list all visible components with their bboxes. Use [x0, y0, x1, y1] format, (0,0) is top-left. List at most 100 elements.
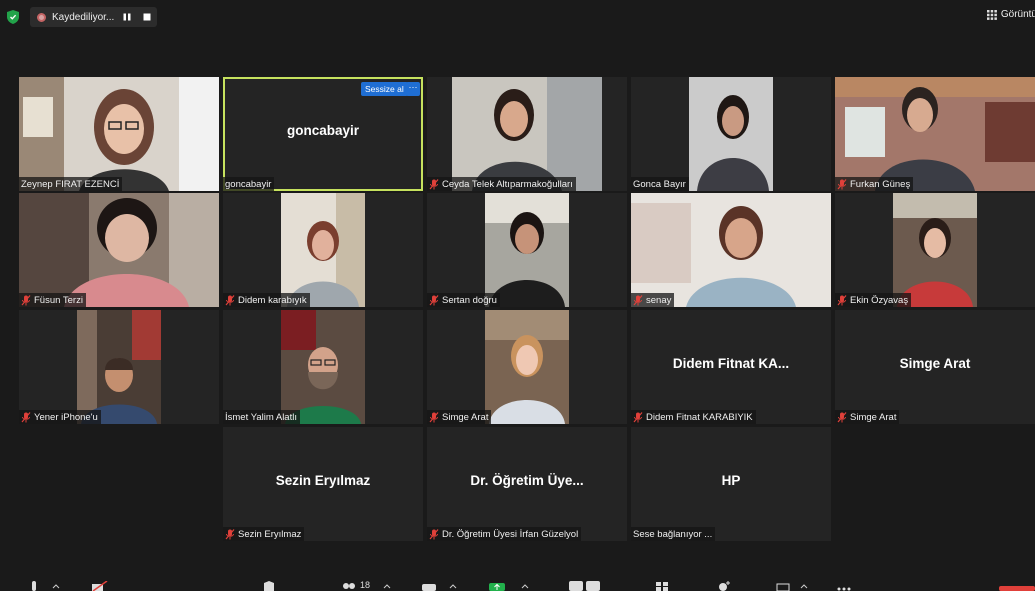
participant-name: Simge Arat [850, 411, 897, 423]
muted-microphone-icon [429, 178, 439, 189]
participant-name: Zeynep FIRAT EZENCİ [21, 178, 120, 190]
participant-name-tag: Simge Arat [427, 410, 492, 424]
participant-tile[interactable]: Simge Arat Simge Arat [835, 310, 1035, 424]
muted-microphone-icon [837, 294, 847, 305]
more-options-button[interactable]: ··· [406, 82, 420, 96]
participant-tile[interactable]: Didem Fitnat KA... Didem Fitnat KARABIYI… [631, 310, 831, 424]
participant-center-name: Dr. Öğretim Üye... [470, 473, 584, 488]
participant-tile[interactable]: Füsun Terzi [19, 193, 219, 307]
muted-microphone-icon [633, 411, 643, 422]
muted-microphone-icon [429, 294, 439, 305]
participant-name-tag: Sezin Eryılmaz [223, 527, 305, 541]
whiteboard-icon[interactable] [776, 581, 790, 591]
record-button-icon[interactable] [568, 581, 602, 591]
recording-indicator: Kaydediliyor... [30, 7, 157, 27]
participant-center-name: Sezin Eryılmaz [275, 473, 371, 488]
chevron-up-icon[interactable] [383, 581, 391, 591]
security-icon[interactable] [263, 581, 275, 591]
participant-name: Ceyda Telek Altıparmakoğulları [442, 178, 573, 190]
reactions-icon[interactable] [716, 581, 732, 591]
pause-recording-button[interactable] [120, 10, 134, 24]
participant-video [77, 310, 161, 424]
participant-name: Furkan Güneş [850, 178, 911, 190]
view-label: Görüntü [1000, 9, 1035, 20]
participant-tile[interactable]: Didem karabıyık [223, 193, 423, 307]
participant-tile[interactable]: Furkan Güneş [835, 77, 1035, 191]
participant-tile[interactable]: Sezin Eryılmaz Sezin Eryılmaz [223, 427, 423, 541]
participant-name-tag: Zeynep FIRAT EZENCİ [19, 177, 123, 191]
participant-name-tag: Gonca Bayır [631, 177, 689, 191]
meeting-toolbar: 18 [0, 578, 1035, 591]
participant-tile[interactable]: Zeynep FIRAT EZENCİ [19, 77, 219, 191]
participant-video [631, 193, 831, 307]
participant-name-tag: İsmet Yalim Alatlı [223, 410, 300, 424]
muted-microphone-icon [21, 294, 31, 305]
participant-name: senay [646, 294, 672, 306]
top-bar: Kaydediliyor... Görüntü [0, 0, 1035, 34]
participant-tile[interactable]: HP Sese bağlanıyor ... [631, 427, 831, 541]
participant-tile[interactable]: Simge Arat [427, 310, 627, 424]
participant-tile[interactable]: Yener iPhone'u [19, 310, 219, 424]
participant-count: 18 [360, 580, 371, 590]
pause-icon [123, 13, 131, 21]
participant-name: Dr. Öğretim Üyesi İrfan Güzelyol [442, 528, 579, 540]
shield-icon[interactable] [7, 10, 19, 24]
participants-icon[interactable] [342, 581, 356, 591]
participant-tile[interactable]: senay [631, 193, 831, 307]
more-icon[interactable] [836, 581, 852, 591]
chevron-up-icon[interactable] [800, 581, 808, 591]
participant-center-name: Simge Arat [899, 356, 971, 371]
muted-microphone-icon [837, 178, 847, 189]
participant-name: Sezin Eryılmaz [238, 528, 302, 540]
mute-participant-button[interactable]: Sessize al [361, 82, 408, 96]
participant-tile[interactable]: Ceyda Telek Altıparmakoğulları [427, 77, 627, 191]
stop-recording-button[interactable] [140, 10, 154, 24]
participant-name-tag: Yener iPhone'u [19, 410, 101, 424]
participant-name-tag: Füsun Terzi [19, 293, 86, 307]
participant-name: Füsun Terzi [34, 294, 83, 306]
empty-tile [835, 427, 1035, 541]
apps-icon[interactable] [655, 581, 669, 591]
chevron-up-icon[interactable] [449, 581, 457, 591]
muted-microphone-icon [225, 528, 235, 539]
muted-microphone-icon [429, 411, 439, 422]
chevron-up-icon[interactable] [521, 581, 529, 591]
participant-tile[interactable]: Dr. Öğretim Üye... Dr. Öğretim Üyesi İrf… [427, 427, 627, 541]
view-button[interactable]: Görüntü [986, 9, 1035, 20]
participant-name-tag: Sese bağlanıyor ... [631, 527, 716, 541]
participant-video [835, 77, 1035, 191]
participant-name: Didem karabıyık [238, 294, 307, 306]
participant-name-tag: Simge Arat [835, 410, 900, 424]
participant-center-name: goncabayir [286, 123, 360, 138]
participant-tile[interactable]: Gonca Bayır [631, 77, 831, 191]
video-off-icon[interactable] [91, 581, 109, 591]
recording-label: Kaydediliyor... [52, 11, 115, 23]
leave-button[interactable] [999, 581, 1035, 591]
participant-name: Gonca Bayır [633, 178, 686, 190]
participant-name-tag: goncabayir [223, 177, 275, 191]
participant-tile[interactable]: Sertan doğru [427, 193, 627, 307]
participant-tile[interactable]: goncabayir Sessize al ··· goncabayir [223, 77, 423, 191]
participant-tile[interactable]: Ekin Özyavaş [835, 193, 1035, 307]
muted-microphone-icon [837, 411, 847, 422]
participant-name-tag: senay [631, 293, 675, 307]
participant-video [281, 193, 365, 307]
participant-name: Didem Fitnat KARABIYIK [646, 411, 753, 423]
participant-video [485, 193, 569, 307]
participant-name-tag: Dr. Öğretim Üyesi İrfan Güzelyol [427, 527, 582, 541]
participant-name-tag: Didem Fitnat KARABIYIK [631, 410, 756, 424]
participant-name: Sese bağlanıyor ... [633, 528, 713, 540]
participant-name-tag: Sertan doğru [427, 293, 500, 307]
participant-tile[interactable]: İsmet Yalim Alatlı [223, 310, 423, 424]
participant-name-tag: Ekin Özyavaş [835, 293, 912, 307]
participant-video [689, 77, 773, 191]
empty-tile [19, 427, 219, 541]
stop-icon [143, 13, 151, 21]
share-screen-icon[interactable] [488, 581, 506, 591]
muted-microphone-icon [21, 411, 31, 422]
chevron-up-icon[interactable] [52, 581, 60, 591]
chat-icon[interactable] [421, 581, 437, 591]
microphone-icon[interactable] [28, 581, 40, 591]
participant-video [281, 310, 365, 424]
muted-microphone-icon [429, 528, 439, 539]
